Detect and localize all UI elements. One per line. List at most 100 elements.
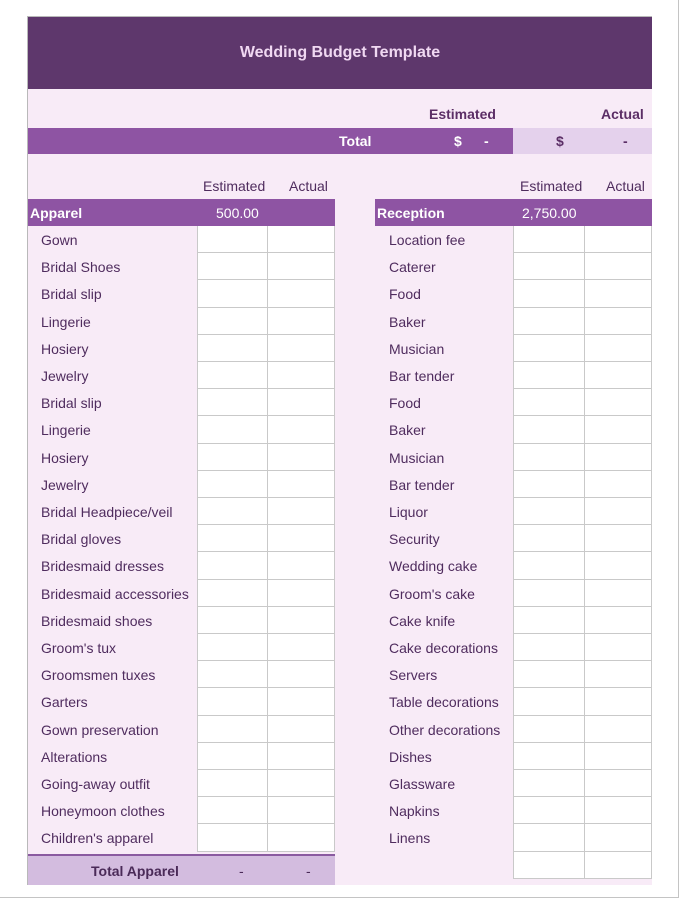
apparel-estimated-cell[interactable] <box>197 552 268 580</box>
apparel-actual-cell[interactable] <box>268 634 335 661</box>
apparel-actual-cell[interactable] <box>268 444 335 471</box>
reception-estimated-cell[interactable] <box>513 525 585 552</box>
reception-estimated-cell[interactable] <box>513 226 585 253</box>
apparel-estimated-cell[interactable] <box>197 226 268 253</box>
reception-actual-cell[interactable] <box>585 552 652 580</box>
summary-actual-value[interactable]: - <box>623 133 628 149</box>
apparel-actual-cell[interactable] <box>268 824 335 852</box>
reception-estimated-cell[interactable] <box>513 280 585 308</box>
reception-actual-cell[interactable] <box>585 362 652 389</box>
apparel-estimated-cell[interactable] <box>197 308 268 335</box>
apparel-actual-cell[interactable] <box>268 688 335 716</box>
apparel-estimated-cell[interactable] <box>197 634 268 661</box>
reception-estimated-cell[interactable] <box>513 471 585 498</box>
reception-estimated-cell[interactable] <box>513 362 585 389</box>
reception-estimated-cell[interactable] <box>513 688 585 716</box>
apparel-actual-cell[interactable] <box>268 552 335 580</box>
reception-actual-cell[interactable] <box>585 253 652 280</box>
apparel-actual-cell[interactable] <box>268 253 335 280</box>
reception-estimated-cell[interactable] <box>513 253 585 280</box>
reception-actual-cell[interactable] <box>585 525 652 552</box>
apparel-actual-cell[interactable] <box>268 661 335 688</box>
reception-actual-cell[interactable] <box>585 308 652 335</box>
apparel-estimated-cell[interactable] <box>197 444 268 471</box>
reception-actual-cell[interactable] <box>585 444 652 471</box>
apparel-actual-cell[interactable] <box>268 471 335 498</box>
apparel-estimated-cell[interactable] <box>197 716 268 743</box>
reception-estimated-cell[interactable] <box>513 308 585 335</box>
reception-estimated-cell[interactable] <box>513 661 585 688</box>
reception-actual-cell[interactable] <box>585 335 652 362</box>
apparel-estimated-cell[interactable] <box>197 280 268 308</box>
reception-estimated-cell[interactable] <box>513 716 585 743</box>
reception-estimated-cell[interactable] <box>513 416 585 444</box>
reception-estimated-cell[interactable] <box>513 770 585 797</box>
apparel-actual-cell[interactable] <box>268 770 335 797</box>
reception-actual-cell[interactable] <box>585 471 652 498</box>
apparel-actual-cell[interactable] <box>268 498 335 525</box>
apparel-actual-cell[interactable] <box>268 362 335 389</box>
apparel-actual-cell[interactable] <box>268 335 335 362</box>
apparel-estimated-cell[interactable] <box>197 389 268 416</box>
reception-estimated-cell[interactable] <box>513 634 585 661</box>
apparel-actual-cell[interactable] <box>268 389 335 416</box>
reception-estimated-cell[interactable] <box>513 580 585 607</box>
reception-estimated-cell[interactable] <box>513 607 585 634</box>
reception-estimated-cell[interactable] <box>513 335 585 362</box>
reception-actual-cell[interactable] <box>585 607 652 634</box>
apparel-actual-cell[interactable] <box>268 308 335 335</box>
apparel-actual-cell[interactable] <box>268 580 335 607</box>
reception-estimated-cell[interactable] <box>513 498 585 525</box>
apparel-actual-cell[interactable] <box>268 797 335 824</box>
apparel-actual-cell[interactable] <box>268 607 335 634</box>
apparel-estimated-cell[interactable] <box>197 498 268 525</box>
reception-estimated-total[interactable]: 2,750.00 <box>522 205 577 221</box>
reception-actual-cell[interactable] <box>585 389 652 416</box>
reception-actual-cell[interactable] <box>585 226 652 253</box>
reception-actual-cell[interactable] <box>585 716 652 743</box>
apparel-estimated-cell[interactable] <box>197 471 268 498</box>
apparel-estimated-cell[interactable] <box>197 525 268 552</box>
apparel-estimated-cell[interactable] <box>197 688 268 716</box>
reception-actual-cell[interactable] <box>585 634 652 661</box>
summary-estimated-value[interactable]: - <box>484 133 489 149</box>
apparel-estimated-cell[interactable] <box>197 824 268 852</box>
apparel-estimated-cell[interactable] <box>197 770 268 797</box>
reception-actual-cell[interactable] <box>585 661 652 688</box>
reception-estimated-cell[interactable] <box>513 389 585 416</box>
apparel-actual-cell[interactable] <box>268 716 335 743</box>
reception-actual-cell[interactable] <box>585 498 652 525</box>
reception-estimated-cell[interactable] <box>513 797 585 824</box>
reception-actual-cell[interactable] <box>585 580 652 607</box>
reception-estimated-cell[interactable] <box>513 852 585 879</box>
apparel-actual-cell[interactable] <box>268 416 335 444</box>
apparel-actual-cell[interactable] <box>268 743 335 770</box>
apparel-estimated-cell[interactable] <box>197 362 268 389</box>
apparel-estimated-cell[interactable] <box>197 335 268 362</box>
reception-actual-cell[interactable] <box>585 770 652 797</box>
reception-estimated-cell[interactable] <box>513 824 585 852</box>
reception-actual-cell[interactable] <box>585 416 652 444</box>
reception-actual-cell[interactable] <box>585 280 652 308</box>
apparel-estimated-total[interactable]: 500.00 <box>216 205 259 221</box>
reception-estimated-cell[interactable] <box>513 552 585 580</box>
apparel-estimated-cell[interactable] <box>197 743 268 770</box>
reception-estimated-cell[interactable] <box>513 444 585 471</box>
apparel-estimated-cell[interactable] <box>197 797 268 824</box>
apparel-actual-cell[interactable] <box>268 525 335 552</box>
apparel-actual-cell[interactable] <box>268 280 335 308</box>
apparel-total-estimated[interactable]: - <box>239 863 244 879</box>
reception-actual-cell[interactable] <box>585 743 652 770</box>
reception-actual-cell[interactable] <box>585 688 652 716</box>
apparel-estimated-cell[interactable] <box>197 607 268 634</box>
apparel-estimated-cell[interactable] <box>197 661 268 688</box>
reception-actual-cell[interactable] <box>585 852 652 879</box>
reception-estimated-cell[interactable] <box>513 743 585 770</box>
apparel-estimated-cell[interactable] <box>197 416 268 444</box>
reception-actual-cell[interactable] <box>585 797 652 824</box>
apparel-total-actual[interactable]: - <box>306 863 311 879</box>
apparel-estimated-cell[interactable] <box>197 253 268 280</box>
apparel-estimated-cell[interactable] <box>197 580 268 607</box>
reception-actual-cell[interactable] <box>585 824 652 852</box>
apparel-actual-cell[interactable] <box>268 226 335 253</box>
